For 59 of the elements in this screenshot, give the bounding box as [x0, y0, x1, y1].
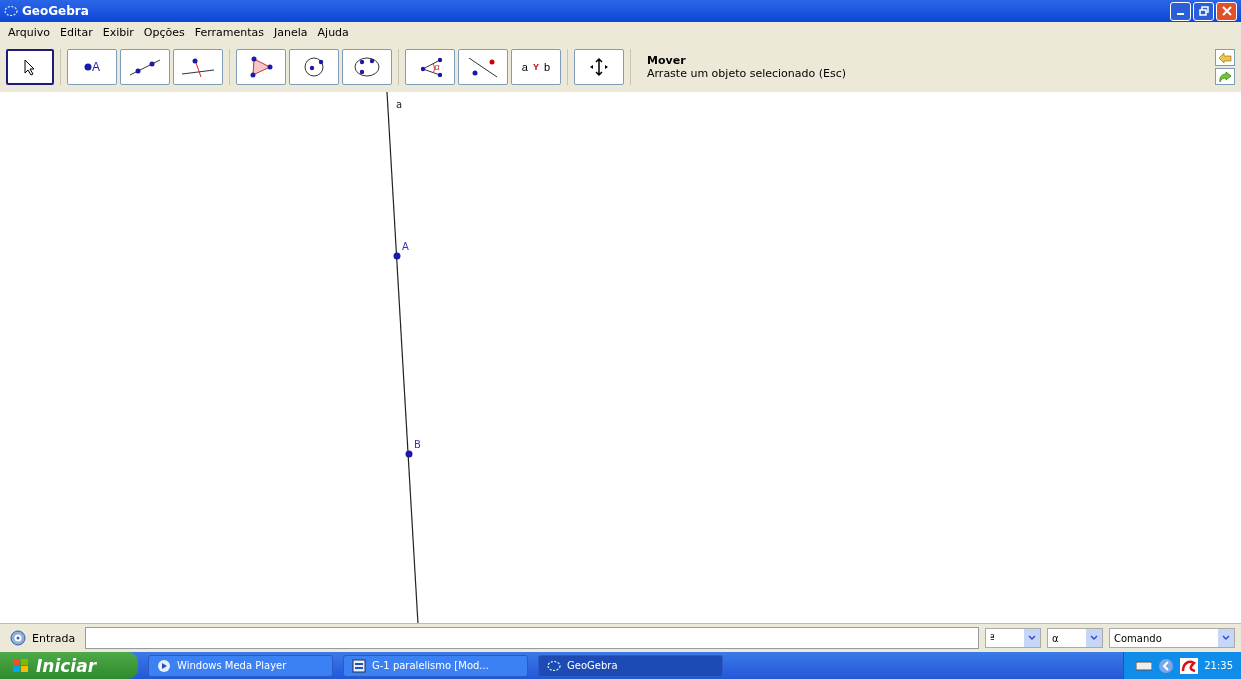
tool-button[interactable] — [289, 49, 339, 85]
close-icon — [1221, 6, 1232, 16]
minimize-button[interactable] — [1170, 1, 1191, 21]
tool-button[interactable]: α — [405, 49, 455, 85]
help-icon — [10, 630, 26, 646]
taskbar-button[interactable]: GeoGebra — [538, 654, 723, 677]
windows-flag-icon — [12, 657, 30, 674]
network-icon — [1158, 657, 1175, 674]
reflection-icon — [466, 56, 500, 78]
point-icon — [84, 63, 92, 71]
perpendicular-lines-icon — [181, 56, 215, 78]
redo-arrow-icon — [1218, 70, 1232, 83]
menu-item[interactable]: Exibir — [102, 25, 134, 39]
redo-button[interactable] — [1215, 68, 1235, 85]
input-label: Entrada — [32, 631, 76, 645]
clock: 21:35 — [1204, 660, 1233, 671]
tool-name: Mover — [647, 54, 687, 67]
keyboard-icon — [1136, 660, 1153, 671]
undo-arrow-icon — [1218, 51, 1232, 64]
dropdown[interactable]: Comando — [1109, 628, 1235, 648]
play-icon — [157, 658, 171, 673]
point — [405, 450, 413, 458]
point — [393, 252, 401, 260]
line-label: a — [396, 99, 403, 110]
input-field[interactable] — [85, 627, 979, 649]
restore-icon — [1198, 6, 1209, 16]
dropdown[interactable]: α — [1047, 628, 1103, 648]
tool-button[interactable] — [6, 49, 54, 85]
start-button[interactable]: Iniciar — [0, 652, 138, 679]
menu-item[interactable]: Opções — [143, 25, 185, 39]
angle-icon — [420, 57, 445, 77]
taskbar-button[interactable]: G-1 paralelismo [Mod... — [343, 654, 528, 677]
tool-button[interactable] — [342, 49, 392, 85]
menu-item[interactable]: Editar — [60, 25, 93, 39]
minimize-icon — [1177, 13, 1184, 15]
point-tool-label: A — [84, 60, 100, 74]
menu-item[interactable]: Janela — [274, 25, 308, 39]
geogebra-logo-icon — [4, 5, 18, 17]
taskbar-button[interactable]: Windows Meda Player — [148, 654, 333, 677]
close-button[interactable] — [1216, 1, 1237, 21]
tool-button[interactable] — [236, 49, 286, 85]
tool-button[interactable]: A — [67, 49, 117, 85]
dropdown[interactable]: ª — [985, 628, 1041, 648]
menu-item[interactable]: Ferramentas — [194, 25, 264, 39]
angle-tool-label: α — [420, 57, 440, 77]
ellipse-icon — [352, 56, 382, 78]
restore-button[interactable] — [1193, 1, 1214, 21]
window-title: GeoGebra — [22, 4, 89, 18]
point-label: B — [414, 439, 421, 450]
tool-help-text: Arraste um objeto selecionado (Esc) — [647, 67, 847, 80]
geogebra-logo-icon — [547, 659, 561, 672]
document-icon — [352, 658, 366, 673]
tool-button[interactable] — [574, 49, 624, 85]
menu-item[interactable]: Ajuda — [317, 25, 349, 39]
undo-button[interactable] — [1215, 49, 1235, 66]
menu-item[interactable]: Arquivo — [8, 25, 51, 39]
move-view-icon — [588, 57, 610, 77]
point-label: A — [402, 241, 409, 252]
antivirus-icon — [1180, 657, 1199, 674]
